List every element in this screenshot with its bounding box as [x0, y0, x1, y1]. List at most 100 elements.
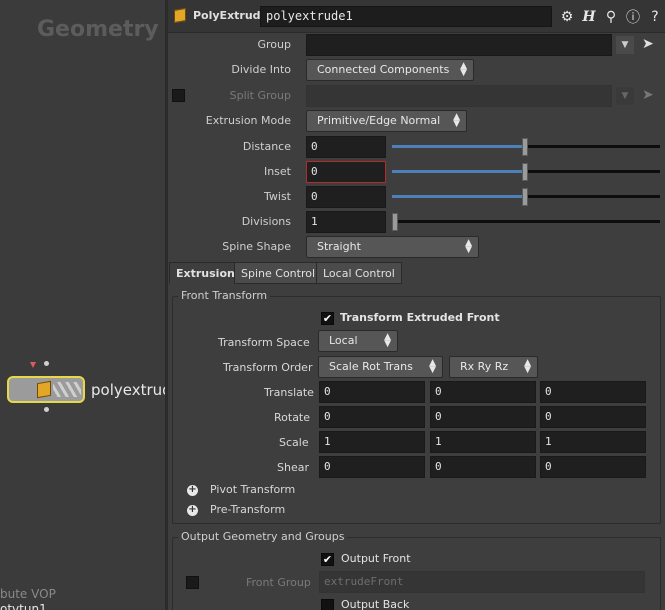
rotation-order-value: Rx Ry Rz — [460, 360, 509, 373]
split-group-dropdown-button[interactable]: ▼ — [616, 87, 634, 105]
translate-label: Translate — [264, 386, 314, 399]
inset-field[interactable]: 0 — [306, 161, 386, 183]
slider-knob[interactable] — [522, 163, 528, 181]
extrusion-mode-row: Extrusion Mode Primitive/Edge Normal ▲ ▼ — [168, 110, 665, 132]
select-arrow-icon[interactable]: ➤ — [642, 36, 656, 54]
scale-x-field[interactable]: 1 — [319, 431, 425, 453]
distance-row: Distance 0 — [168, 136, 665, 158]
node-name-field[interactable]: polyextrude1 — [260, 6, 552, 27]
distance-slider[interactable] — [392, 136, 660, 158]
inset-slider[interactable] — [392, 161, 660, 183]
updown-arrows-icon: ▲ ▼ — [453, 112, 460, 129]
slider-fill — [392, 145, 526, 148]
info-icon[interactable]: ⓘ — [624, 8, 642, 26]
split-group-select-arrow-icon[interactable]: ➤ — [642, 87, 656, 105]
split-group-label: Split Group — [229, 89, 291, 102]
transform-order-label: Transform Order — [223, 361, 313, 374]
rotate-z-field[interactable]: 0 — [540, 406, 646, 428]
node-input-dot[interactable] — [44, 361, 49, 366]
node-bypass-flag[interactable] — [53, 382, 81, 397]
pivot-transform-folder[interactable]: Pivot Transform — [210, 483, 295, 496]
translate-z-field[interactable]: 0 — [540, 381, 646, 403]
output-front-checkbox[interactable]: ✔ — [321, 553, 334, 566]
slider-fill — [392, 195, 526, 198]
question-icon[interactable]: ? — [646, 8, 664, 26]
scale-z-field[interactable]: 1 — [540, 431, 646, 453]
expand-plus-icon[interactable]: + — [187, 505, 198, 516]
distance-field[interactable]: 0 — [306, 136, 386, 158]
transform-extruded-front-checkbox[interactable]: ✔ — [321, 312, 334, 325]
help-h-icon[interactable]: H — [580, 8, 598, 26]
twist-slider[interactable] — [392, 186, 660, 208]
twist-field[interactable]: 0 — [306, 186, 386, 208]
group-label: Group — [257, 38, 292, 51]
group-dropdown-button[interactable]: ▼ — [616, 36, 634, 54]
scale-y-field[interactable]: 1 — [430, 431, 536, 453]
expand-plus-icon[interactable]: + — [187, 485, 198, 496]
front-group-field[interactable]: extrudeFront — [319, 571, 645, 593]
folder-tabs: Extrusion Spine Control Local Control — [168, 262, 665, 284]
split-group-field[interactable] — [306, 85, 612, 107]
shear-y-field[interactable]: 0 — [430, 456, 536, 478]
extrusion-mode-dropdown[interactable]: Primitive/Edge Normal ▲ ▼ — [306, 110, 467, 132]
node-label: polyextrude — [91, 381, 165, 399]
group-field[interactable] — [306, 34, 612, 56]
tab-local-control[interactable]: Local Control — [316, 262, 402, 284]
translate-x-field[interactable]: 0 — [319, 381, 425, 403]
transform-extruded-front-label: Transform Extruded Front — [340, 311, 500, 324]
divisions-slider[interactable] — [392, 211, 660, 233]
divide-into-label: Divide Into — [231, 63, 291, 76]
network-pane[interactable]: Geometry polyextrude bute VOP otvtun1 — [0, 0, 165, 610]
vop-node-name-label: otvtun1 — [0, 602, 47, 610]
output-back-label: Output Back — [341, 598, 410, 610]
transform-order-dropdown[interactable]: Scale Rot Trans ▲ ▼ — [318, 356, 443, 378]
node-type-label: PolyExtrude — [193, 9, 269, 22]
rotation-order-dropdown[interactable]: Rx Ry Rz ▲ ▼ — [449, 356, 538, 378]
tab-spine-control[interactable]: Spine Control — [234, 262, 323, 284]
rotate-x-field[interactable]: 0 — [319, 406, 425, 428]
output-geometry-title: Output Geometry and Groups — [178, 530, 348, 543]
polyextrude-node[interactable] — [7, 376, 85, 403]
parameter-header: PolyExtrude polyextrude1 ⚙ H ⚲ ⓘ ? — [168, 0, 665, 33]
inset-row: Inset 0 — [168, 161, 665, 183]
transform-space-value: Local — [329, 334, 358, 347]
divide-into-dropdown[interactable]: Connected Components ▲ ▼ — [306, 59, 474, 81]
divisions-field[interactable]: 1 — [306, 211, 386, 233]
output-back-checkbox[interactable] — [321, 599, 334, 610]
translate-y-field[interactable]: 0 — [430, 381, 536, 403]
split-group-toggle[interactable] — [172, 89, 185, 102]
transform-order-value: Scale Rot Trans — [329, 360, 413, 373]
output-geometry-group: Output Geometry and Groups ✔ Output Fron… — [172, 530, 661, 610]
split-group-row: Split Group ▼ ➤ — [168, 85, 665, 107]
shear-x-field[interactable]: 0 — [319, 456, 425, 478]
node-output-dot[interactable] — [44, 407, 49, 412]
slider-knob[interactable] — [522, 138, 528, 156]
slider-knob[interactable] — [522, 188, 528, 206]
extrusion-mode-label: Extrusion Mode — [205, 114, 291, 127]
spine-shape-dropdown[interactable]: Straight ▲ ▼ — [306, 236, 479, 258]
pre-transform-folder[interactable]: Pre-Transform — [210, 503, 285, 516]
twist-label: Twist — [264, 190, 291, 203]
rotate-y-field[interactable]: 0 — [430, 406, 536, 428]
gear-icon[interactable]: ⚙ — [558, 8, 576, 26]
vop-node-type-label: bute VOP — [0, 587, 56, 601]
group-row: Group ▼ ➤ — [168, 34, 665, 56]
search-icon[interactable]: ⚲ — [602, 8, 620, 26]
spine-shape-row: Spine Shape Straight ▲ ▼ — [168, 236, 665, 258]
network-context-title: Geometry — [37, 17, 159, 42]
polyextrude-icon[interactable] — [174, 7, 186, 24]
updown-arrows-icon: ▲ ▼ — [429, 358, 436, 375]
updown-arrows-icon: ▲ ▼ — [524, 358, 531, 375]
spine-shape-value: Straight — [317, 240, 361, 253]
front-group-toggle[interactable] — [186, 576, 199, 589]
updown-arrows-icon: ▲ ▼ — [460, 61, 467, 78]
front-transform-group: Front Transform ✔ Transform Extruded Fro… — [172, 289, 661, 524]
distance-label: Distance — [242, 140, 291, 153]
parameter-pane: PolyExtrude polyextrude1 ⚙ H ⚲ ⓘ ? Group… — [168, 0, 665, 610]
node-input-connector[interactable] — [30, 362, 36, 368]
shear-z-field[interactable]: 0 — [540, 456, 646, 478]
spine-shape-label: Spine Shape — [222, 240, 291, 253]
tab-extrusion[interactable]: Extrusion — [169, 262, 242, 284]
transform-space-dropdown[interactable]: Local ▲ ▼ — [318, 330, 398, 352]
slider-knob[interactable] — [392, 213, 398, 231]
